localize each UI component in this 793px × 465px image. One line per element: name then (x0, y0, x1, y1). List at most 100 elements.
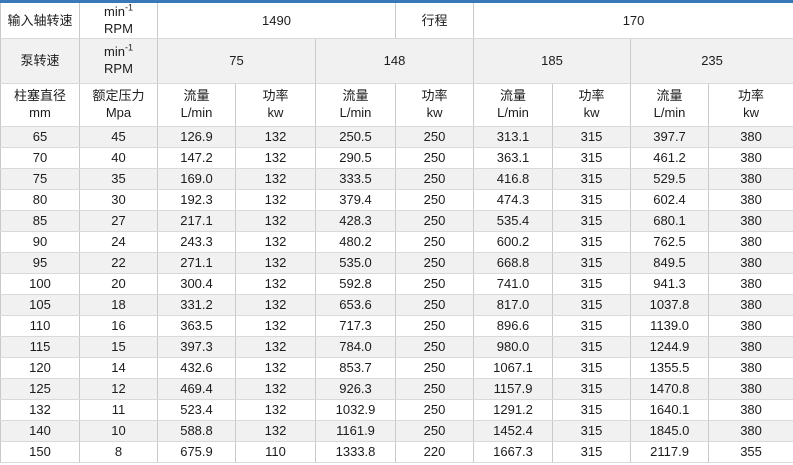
table-cell: 529.5 (631, 169, 709, 190)
table-cell: 380 (709, 295, 793, 316)
table-cell: 100 (1, 274, 80, 295)
flow-header-3: 流量 L/min (474, 84, 553, 127)
table-cell: 1291.2 (474, 400, 553, 421)
table-cell: 380 (709, 421, 793, 442)
table-cell: 380 (709, 190, 793, 211)
table-cell: 250 (396, 295, 474, 316)
table-cell: 675.9 (158, 442, 236, 463)
header-row-input-speed: 输入轴转速 min-1 RPM 1490 行程 170 (1, 2, 793, 39)
table-cell: 132 (236, 421, 316, 442)
table-cell: 250 (396, 169, 474, 190)
stroke-label: 行程 (396, 2, 474, 39)
table-cell: 315 (553, 379, 631, 400)
table-cell: 315 (553, 127, 631, 148)
table-cell: 22 (80, 253, 158, 274)
unit-superscript: -1 (125, 43, 133, 53)
table-cell: 132 (236, 337, 316, 358)
table-cell: 250 (396, 127, 474, 148)
table-cell: 18 (80, 295, 158, 316)
table-cell: 250.5 (316, 127, 396, 148)
table-cell: 1452.4 (474, 421, 553, 442)
table-cell: 588.8 (158, 421, 236, 442)
table-cell: 11 (80, 400, 158, 421)
table-cell: 331.2 (158, 295, 236, 316)
table-cell: 250 (396, 316, 474, 337)
table-cell: 523.4 (158, 400, 236, 421)
flow-header-4: 流量 L/min (631, 84, 709, 127)
table-cell: 125 (1, 379, 80, 400)
table-cell: 333.5 (316, 169, 396, 190)
table-cell: 90 (1, 232, 80, 253)
table-cell: 653.6 (316, 295, 396, 316)
table-cell: 250 (396, 379, 474, 400)
table-cell: 1067.1 (474, 358, 553, 379)
pump-speed-value-3: 185 (474, 39, 631, 84)
table-cell: 315 (553, 400, 631, 421)
table-cell: 315 (553, 211, 631, 232)
table-cell: 980.0 (474, 337, 553, 358)
table-cell: 250 (396, 232, 474, 253)
table-cell: 1157.9 (474, 379, 553, 400)
table-cell: 315 (553, 253, 631, 274)
table-cell: 217.1 (158, 211, 236, 232)
table-cell: 926.3 (316, 379, 396, 400)
table-cell: 132 (236, 400, 316, 421)
table-cell: 397.7 (631, 127, 709, 148)
pump-spec-table: 输入轴转速 min-1 RPM 1490 行程 170 泵转速 min-1 RP… (0, 0, 793, 463)
table-cell: 1139.0 (631, 316, 709, 337)
table-cell: 380 (709, 274, 793, 295)
table-cell: 132 (236, 148, 316, 169)
pump-speed-value-1: 75 (158, 39, 316, 84)
table-cell: 132 (236, 169, 316, 190)
flow-header-1: 流量 L/min (158, 84, 236, 127)
plunger-diameter-header: 柱塞直径 mm (1, 84, 80, 127)
table-row: 11016363.5132717.3250896.63151139.0380 (1, 316, 793, 337)
table-cell: 132 (236, 274, 316, 295)
table-cell: 115 (1, 337, 80, 358)
table-cell: 315 (553, 295, 631, 316)
table-cell: 27 (80, 211, 158, 232)
power-header-1: 功率 kw (236, 84, 316, 127)
spec-table-body: 6545126.9132250.5250313.1315397.73807040… (1, 127, 793, 463)
table-row: 8030192.3132379.4250474.3315602.4380 (1, 190, 793, 211)
table-cell: 784.0 (316, 337, 396, 358)
table-cell: 313.1 (474, 127, 553, 148)
table-cell: 132 (236, 379, 316, 400)
table-cell: 416.8 (474, 169, 553, 190)
input-shaft-speed-value: 1490 (158, 2, 396, 39)
table-cell: 35 (80, 169, 158, 190)
table-cell: 75 (1, 169, 80, 190)
table-cell: 380 (709, 400, 793, 421)
table-cell: 30 (80, 190, 158, 211)
table-cell: 379.4 (316, 190, 396, 211)
table-cell: 250 (396, 421, 474, 442)
table-cell: 250 (396, 358, 474, 379)
table-cell: 110 (236, 442, 316, 463)
table-cell: 150 (1, 442, 80, 463)
table-cell: 849.5 (631, 253, 709, 274)
table-row: 9522271.1132535.0250668.8315849.5380 (1, 253, 793, 274)
unit-rpm-line2: RPM (82, 21, 155, 38)
table-cell: 132 (236, 211, 316, 232)
table-cell: 16 (80, 316, 158, 337)
table-cell: 817.0 (474, 295, 553, 316)
table-cell: 315 (553, 148, 631, 169)
table-row: 14010588.81321161.92501452.43151845.0380 (1, 421, 793, 442)
table-cell: 762.5 (631, 232, 709, 253)
unit-rpm-line1: min-1 (82, 4, 155, 21)
table-row: 9024243.3132480.2250600.2315762.5380 (1, 232, 793, 253)
table-cell: 461.2 (631, 148, 709, 169)
table-cell: 126.9 (158, 127, 236, 148)
table-cell: 1037.8 (631, 295, 709, 316)
table-cell: 132 (1, 400, 80, 421)
table-cell: 535.4 (474, 211, 553, 232)
table-cell: 250 (396, 211, 474, 232)
table-cell: 853.7 (316, 358, 396, 379)
table-cell: 110 (1, 316, 80, 337)
table-cell: 250 (396, 337, 474, 358)
table-cell: 1470.8 (631, 379, 709, 400)
table-cell: 380 (709, 127, 793, 148)
table-row: 12512469.4132926.32501157.93151470.8380 (1, 379, 793, 400)
table-cell: 1355.5 (631, 358, 709, 379)
table-cell: 140 (1, 421, 80, 442)
